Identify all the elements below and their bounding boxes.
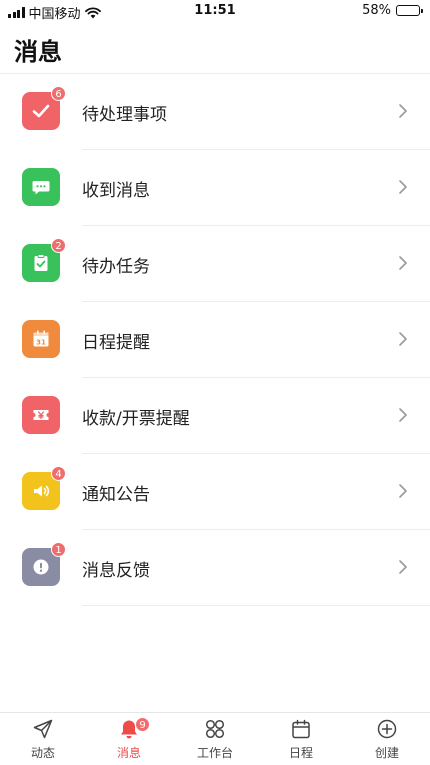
list-item-message-feedback[interactable]: 1 消息反馈 — [0, 530, 430, 606]
todo-tasks-icon-box: 2 — [22, 238, 66, 282]
clipboard-check-icon — [34, 254, 48, 271]
tab-label: 动态 — [30, 746, 55, 760]
list-item-pending-items[interactable]: 6 待处理事项 — [0, 74, 430, 150]
check-icon — [32, 104, 50, 118]
speaker-icon — [34, 485, 50, 497]
list-item-todo-tasks[interactable]: 2 待办任务 — [0, 226, 430, 302]
announcements-icon-box: 4 — [22, 466, 66, 510]
plus-circle-icon — [377, 719, 397, 739]
svg-text:31: 31 — [36, 339, 46, 347]
chevron-right-icon — [399, 408, 407, 422]
list-item-label: 收到消息 — [82, 181, 150, 201]
schedule-reminder-icon-box: 31 — [22, 320, 60, 358]
tab-bar: 动态 9 消息 工作台 日程 创建 — [0, 712, 430, 765]
chevron-right-icon — [399, 104, 407, 118]
payment-invoice-icon-box — [22, 396, 60, 434]
chevron-right-icon — [399, 180, 407, 194]
list-item-schedule-reminder[interactable]: 31 日程提醒 — [0, 302, 430, 378]
badge: 9 — [135, 717, 150, 732]
send-icon — [33, 719, 53, 739]
calendar-outline-icon — [292, 719, 310, 739]
badge: 4 — [51, 466, 66, 481]
list-item-label: 消息反馈 — [82, 561, 150, 581]
header: 消息 — [0, 22, 430, 74]
battery-icon — [396, 5, 423, 16]
grid-icon — [205, 719, 225, 739]
status-bar: 中国移动 11:51 58% — [0, 0, 430, 22]
list-item-label: 待办任务 — [82, 257, 150, 277]
chevron-right-icon — [399, 332, 407, 346]
alert-icon — [33, 559, 49, 575]
list-item-label: 通知公告 — [82, 485, 150, 505]
tab-workbench[interactable]: 工作台 — [172, 713, 258, 765]
received-messages-icon-box — [22, 168, 60, 206]
tab-label: 工作台 — [196, 746, 233, 760]
page-title: 消息 — [14, 38, 62, 66]
battery-percent: 58% — [362, 3, 391, 18]
list-item-received-messages[interactable]: 收到消息 — [0, 150, 430, 226]
list-item-announcements[interactable]: 4 通知公告 — [0, 454, 430, 530]
chat-bubble-icon — [32, 181, 50, 195]
badge: 1 — [51, 542, 66, 557]
tab-messages[interactable]: 9 消息 — [86, 713, 172, 765]
chevron-right-icon — [399, 484, 407, 498]
tab-label: 创建 — [374, 746, 399, 760]
badge: 6 — [51, 86, 66, 101]
chevron-right-icon — [399, 560, 407, 574]
status-right: 58% — [362, 3, 423, 18]
tab-label: 消息 — [116, 746, 141, 760]
tab-schedule[interactable]: 日程 — [258, 713, 344, 765]
list-item-label: 日程提醒 — [82, 333, 150, 353]
chevron-right-icon — [399, 256, 407, 270]
tab-feed[interactable]: 动态 — [0, 713, 86, 765]
badge: 2 — [51, 238, 66, 253]
message-category-list: 6 待处理事项 收到消息 2 待办任务 31 日程提醒 收款/开票提醒 4 通知… — [0, 74, 430, 606]
pending-items-icon-box: 6 — [22, 86, 66, 130]
divider — [82, 605, 430, 606]
message-feedback-icon-box: 1 — [22, 542, 66, 586]
list-item-payment-invoice-reminder[interactable]: 收款/开票提醒 — [0, 378, 430, 454]
list-item-label: 收款/开票提醒 — [82, 409, 190, 429]
tab-label: 日程 — [288, 746, 313, 760]
calendar-icon: 31 — [33, 330, 49, 347]
list-item-label: 待处理事项 — [82, 105, 167, 125]
ticket-yen-icon — [33, 410, 49, 420]
tab-create[interactable]: 创建 — [344, 713, 430, 765]
